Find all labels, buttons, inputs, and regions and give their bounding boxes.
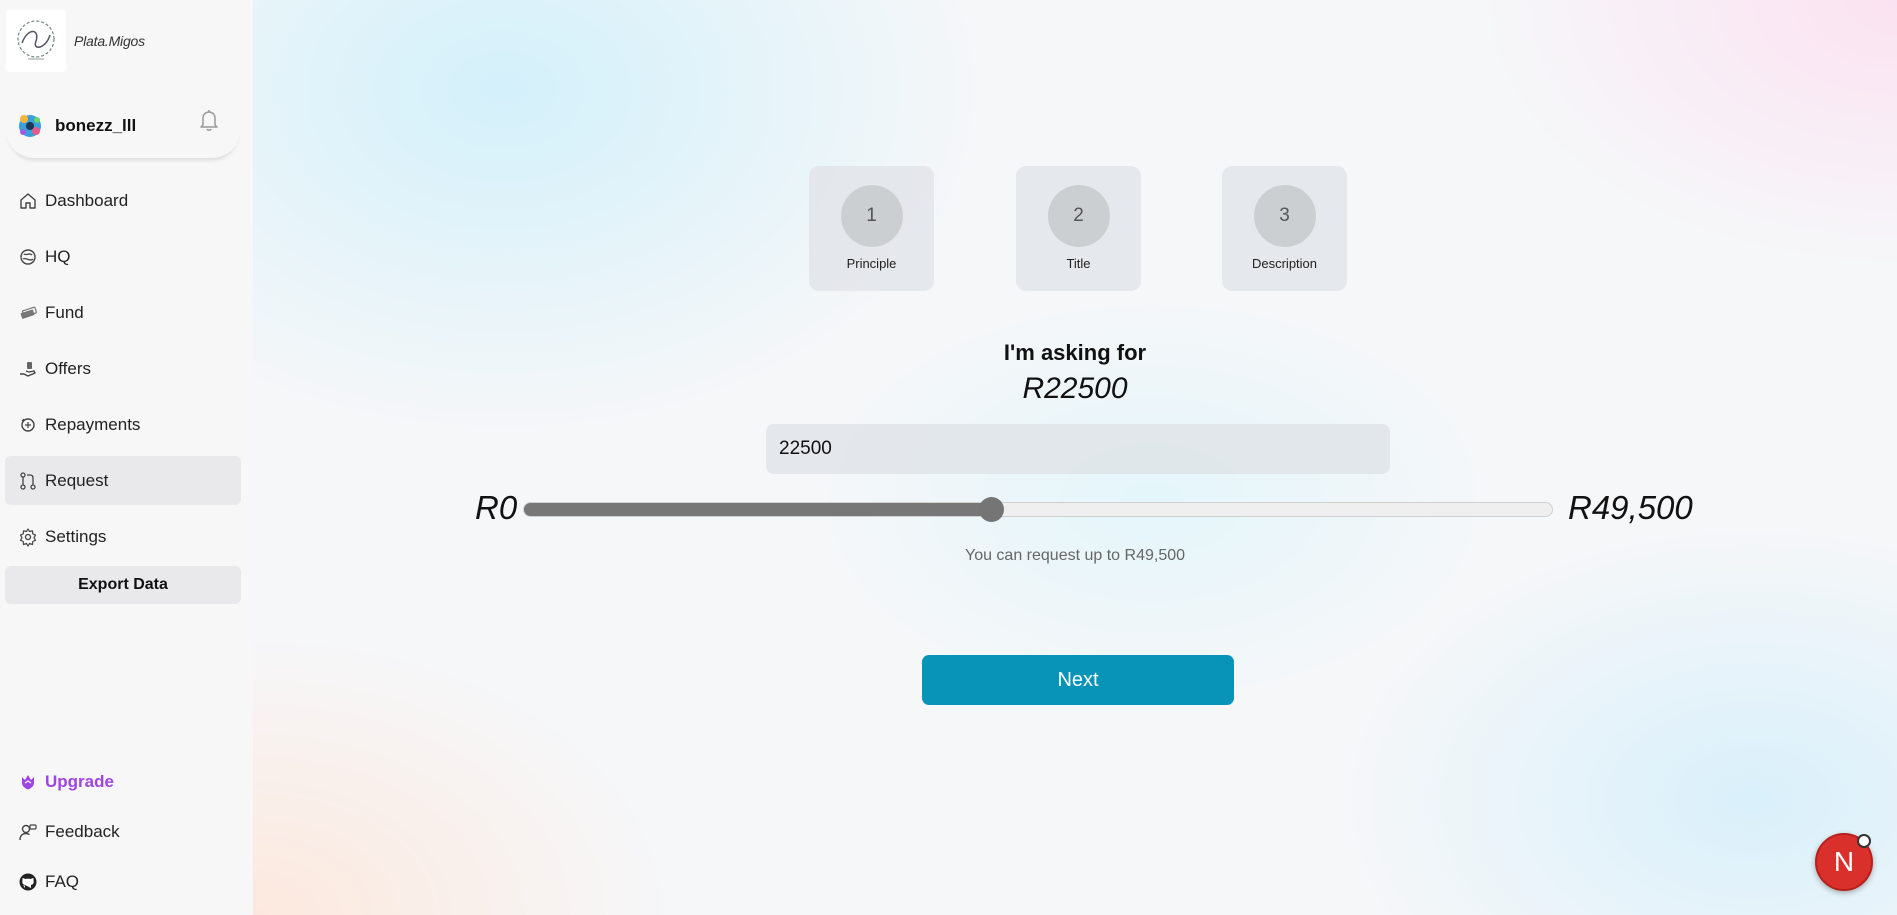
- sidebar-item-label: Dashboard: [45, 190, 129, 210]
- slider-min-label: R0: [475, 489, 518, 526]
- sidebar: Plata.Migos bonezz_lll Dashboard HQ Fund…: [0, 0, 253, 915]
- sidebar-item-hq[interactable]: HQ: [5, 232, 241, 281]
- sidebar-bottom-nav: Upgrade Feedback FAQ: [5, 757, 241, 907]
- repayments-icon: [21, 417, 35, 432]
- username: bonezz_lll: [55, 116, 137, 135]
- sidebar-item-request[interactable]: Request: [5, 456, 241, 505]
- home-icon: [20, 192, 36, 209]
- brand[interactable]: Plata.Migos: [6, 10, 145, 72]
- step-title[interactable]: 2 Title: [1016, 166, 1141, 291]
- git-pull-request-icon: [20, 471, 36, 490]
- sidebar-item-label: Fund: [45, 302, 84, 322]
- gear-icon: [19, 527, 37, 547]
- sidebar-item-label: Settings: [45, 526, 107, 546]
- next-button[interactable]: Next: [922, 655, 1234, 705]
- sidebar-item-offers[interactable]: Offers: [5, 344, 241, 393]
- upgrade-link[interactable]: Upgrade: [5, 757, 241, 807]
- sidebar-item-fund[interactable]: Fund: [5, 288, 241, 337]
- slider-thumb[interactable]: [979, 497, 1005, 522]
- faq-link[interactable]: FAQ: [5, 857, 241, 907]
- sidebar-item-settings[interactable]: Settings: [5, 512, 241, 561]
- bell-icon[interactable]: [198, 108, 220, 132]
- step-label: Principle: [846, 256, 897, 271]
- step-number: 3: [1253, 185, 1316, 247]
- sidebar-item-repayments[interactable]: Repayments: [5, 400, 241, 449]
- notification-dot: [1857, 834, 1871, 848]
- step-description[interactable]: 3 Description: [1222, 166, 1347, 291]
- upgrade-label: Upgrade: [45, 772, 114, 791]
- github-icon: [19, 873, 37, 891]
- sidebar-item-dashboard[interactable]: Dashboard: [5, 176, 241, 225]
- sidebar-item-label: Repayments: [45, 414, 141, 434]
- step-number: 1: [840, 185, 903, 247]
- step-label: Description: [1251, 256, 1318, 271]
- slider-max-label: R49,500: [1568, 489, 1693, 526]
- sidebar-item-label: Request: [45, 470, 109, 490]
- sidebar-nav: Dashboard HQ Fund Offers Repayments Requ…: [5, 176, 241, 568]
- export-data-button[interactable]: Export Data: [5, 566, 241, 604]
- step-number: 2: [1047, 185, 1110, 247]
- money-icon: [20, 306, 37, 319]
- asking-amount: R22500: [1022, 372, 1128, 405]
- sidebar-item-label: Offers: [45, 358, 91, 378]
- amount-slider[interactable]: [523, 497, 1553, 522]
- amount-input[interactable]: [766, 424, 1390, 474]
- crown-shield-icon: [22, 775, 34, 790]
- user-card[interactable]: bonezz_lll: [6, 94, 240, 158]
- main-content: 1 Principle 2 Title 3 Description I'm as…: [253, 0, 1897, 915]
- slider-fill: [524, 503, 992, 516]
- request-limit-hint: You can request up to R49,500: [964, 547, 1186, 564]
- feedback-label: Feedback: [45, 822, 120, 841]
- brand-logo: [6, 10, 66, 72]
- step-label: Title: [1066, 256, 1091, 271]
- hq-icon: [20, 248, 36, 265]
- feedback-link[interactable]: Feedback: [5, 807, 241, 857]
- feedback-icon: [19, 824, 37, 841]
- faq-label: FAQ: [45, 872, 80, 891]
- brand-name: Plata.Migos: [74, 33, 145, 49]
- step-principle[interactable]: 1 Principle: [809, 166, 934, 291]
- hand-offer-icon: [20, 361, 36, 377]
- avatar: [19, 115, 41, 137]
- sidebar-item-label: HQ: [45, 246, 71, 266]
- asking-label: I'm asking for: [1003, 340, 1147, 365]
